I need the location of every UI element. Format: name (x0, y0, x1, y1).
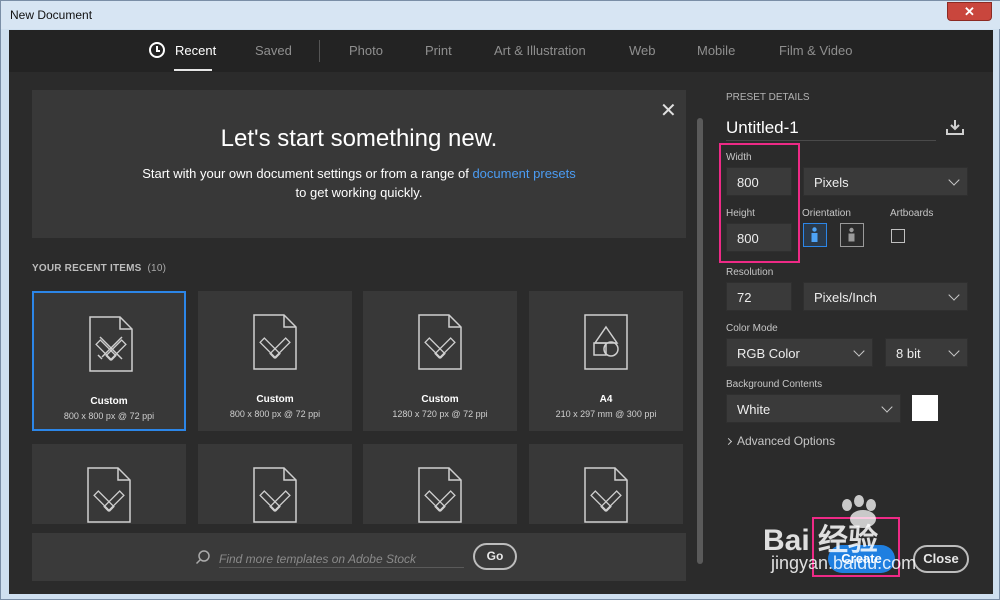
background-color-swatch[interactable] (912, 395, 938, 421)
custom-doc-icon (253, 314, 297, 370)
title-bar: New Document ✕ (1, 1, 1000, 29)
banner-subtitle-text: Start with your own document settings or… (142, 166, 473, 181)
save-preset-icon[interactable] (946, 119, 964, 135)
portrait-icon (811, 227, 818, 242)
custom-doc-icon (418, 314, 462, 370)
tab-saved[interactable]: Saved (255, 43, 292, 58)
document-name-input[interactable] (726, 115, 936, 141)
advanced-options-toggle[interactable]: Advanced Options (724, 434, 836, 448)
tab-recent[interactable]: Recent (175, 43, 216, 58)
artboards-label: Artboards (890, 208, 934, 219)
banner-subtitle-text-2: to get working quickly. (295, 185, 423, 200)
presets-scrollbar[interactable] (697, 118, 703, 564)
artboards-checkbox[interactable] (891, 229, 905, 243)
window-close-button[interactable]: ✕ (947, 2, 992, 21)
welcome-banner: ✕ Let's start something new. Start with … (32, 90, 686, 238)
tab-photo[interactable]: Photo (349, 43, 383, 58)
recent-item-card[interactable] (363, 444, 517, 524)
chevron-down-icon (948, 289, 960, 301)
tab-film-video[interactable]: Film & Video (779, 43, 852, 58)
recent-items-count: (10) (147, 263, 167, 274)
chevron-right-icon (724, 437, 733, 446)
print-doc-icon (584, 314, 628, 370)
recent-item-card[interactable] (32, 444, 186, 524)
tab-divider (319, 40, 320, 62)
banner-title: Let's start something new. (220, 125, 498, 152)
window-title: New Document (10, 8, 93, 22)
resolution-unit-value: Pixels/Inch (814, 290, 877, 305)
advanced-options-label: Advanced Options (737, 434, 836, 448)
document-presets-link[interactable]: document presets (472, 166, 575, 181)
go-button[interactable]: Go (473, 543, 517, 570)
clock-icon (149, 42, 165, 58)
bit-depth-select[interactable]: 8 bit (885, 338, 968, 367)
recent-item-dims: 210 x 297 mm @ 300 ppi (555, 409, 657, 419)
banner-subtitle: Start with your own document settings or… (32, 164, 686, 202)
banner-close-icon[interactable]: ✕ (660, 98, 677, 123)
background-contents-label: Background Contents (726, 379, 823, 390)
height-label: Height (726, 208, 755, 219)
presets-pane: ✕ Let's start something new. Start with … (9, 72, 707, 594)
stock-search-input[interactable] (219, 546, 464, 568)
active-tab-indicator (174, 69, 212, 71)
resolution-unit-select[interactable]: Pixels/Inch (803, 282, 968, 311)
height-input[interactable]: 800 (726, 223, 792, 252)
recent-items-title: YOUR RECENT ITEMS (32, 263, 142, 274)
landscape-orientation-button[interactable] (840, 223, 864, 247)
watermark-url: jingyan.baidu.com (771, 553, 917, 573)
width-label: Width (726, 152, 752, 163)
tab-art-illustration[interactable]: Art & Illustration (494, 43, 586, 58)
color-mode-select[interactable]: RGB Color (726, 338, 873, 367)
landscape-icon (848, 227, 855, 242)
color-mode-value: RGB Color (737, 346, 800, 361)
custom-doc-icon (584, 467, 628, 523)
custom-doc-icon (418, 467, 462, 523)
adobe-stock-search-bar: Go (32, 533, 686, 581)
resolution-input[interactable]: 72 (726, 282, 792, 311)
resolution-label: Resolution (726, 267, 774, 278)
custom-doc-icon (89, 316, 133, 372)
recent-item-card[interactable]: Custom 1280 x 720 px @ 72 ppi (363, 291, 517, 431)
portrait-orientation-button[interactable] (803, 223, 827, 247)
recent-item-name: Custom (421, 394, 459, 405)
recent-item-name: A4 (599, 394, 613, 405)
chevron-down-icon (948, 174, 960, 186)
tab-mobile[interactable]: Mobile (697, 43, 735, 58)
recent-item-card[interactable] (529, 444, 683, 524)
recent-item-card[interactable]: Custom 800 x 800 px @ 72 ppi (198, 291, 352, 431)
recent-item-name: Custom (90, 396, 128, 407)
background-contents-select[interactable]: White (726, 394, 901, 423)
width-unit-value: Pixels (814, 175, 849, 190)
width-input[interactable]: 800 (726, 167, 792, 196)
baidu-watermark: Bai 经验 jingyan.baidu.com (763, 495, 993, 575)
preset-category-tabs: Recent Saved Photo Print Art & Illustrat… (9, 30, 993, 72)
color-mode-label: Color Mode (726, 323, 778, 334)
chevron-down-icon (853, 345, 865, 357)
recent-item-dims: 800 x 800 px @ 72 ppi (63, 411, 155, 421)
recent-items-header: YOUR RECENT ITEMS (10) (32, 263, 166, 274)
recent-item-dims: 1280 x 720 px @ 72 ppi (392, 409, 488, 419)
tab-web[interactable]: Web (629, 43, 656, 58)
chevron-down-icon (881, 401, 893, 413)
recent-item-card[interactable] (198, 444, 352, 524)
preset-details-header: PRESET DETAILS (726, 92, 810, 103)
bit-depth-value: 8 bit (896, 346, 921, 361)
custom-doc-icon (253, 467, 297, 523)
background-contents-value: White (737, 402, 771, 417)
new-document-dialog: New Document ✕ Recent Saved Photo Print … (0, 0, 1000, 600)
width-unit-select[interactable]: Pixels (803, 167, 968, 196)
search-icon (195, 550, 210, 565)
custom-doc-icon (87, 467, 131, 523)
tab-print[interactable]: Print (425, 43, 452, 58)
orientation-label: Orientation (802, 208, 851, 219)
recent-item-card[interactable]: Custom 800 x 800 px @ 72 ppi (32, 291, 186, 431)
recent-item-name: Custom (256, 394, 294, 405)
recent-item-dims: 800 x 800 px @ 72 ppi (229, 409, 321, 419)
recent-item-card[interactable]: A4 210 x 297 mm @ 300 ppi (529, 291, 683, 431)
chevron-down-icon (948, 345, 960, 357)
